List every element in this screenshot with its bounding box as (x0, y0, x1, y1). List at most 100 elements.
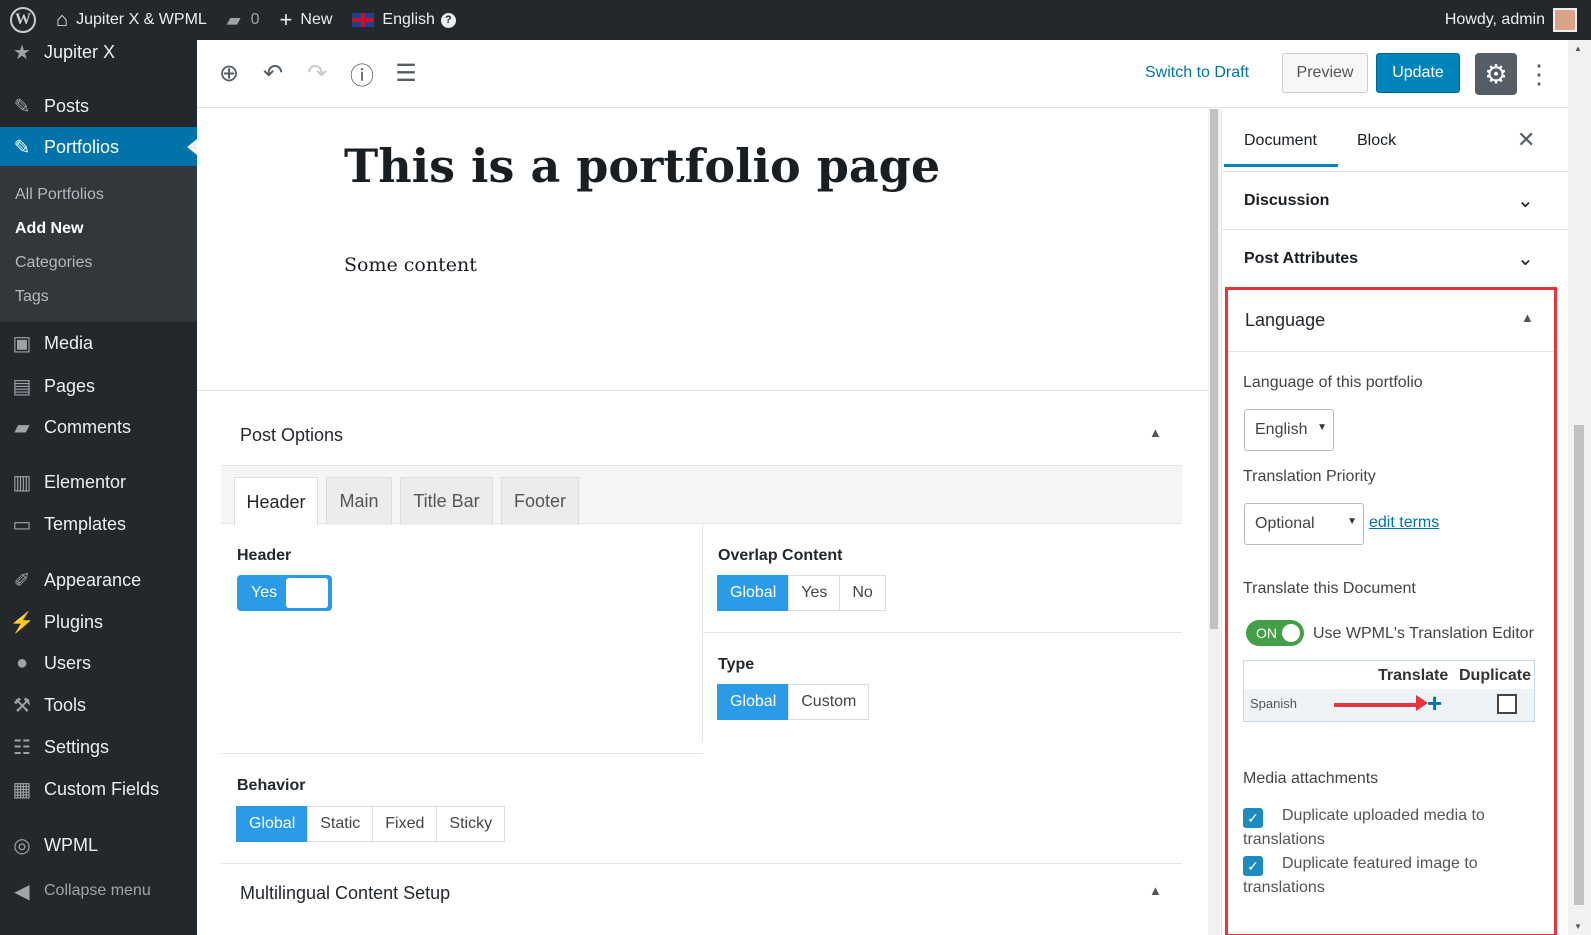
sidebar-item-media[interactable]: ▣ Media (0, 323, 197, 363)
overlap-option-global[interactable]: Global (717, 575, 790, 611)
sidebar-scrollbar[interactable]: ▲ ▼ (1568, 40, 1591, 935)
preview-button[interactable]: Preview (1282, 53, 1368, 93)
settings-sidebar: Document Block ✕ Discussion ⌄ Post Attri… (1221, 109, 1568, 935)
type-option-global[interactable]: Global (717, 684, 790, 720)
header-toggle[interactable]: Yes (237, 575, 332, 611)
sidebar-item-posts[interactable]: ✎ Posts (0, 86, 197, 126)
tab-header[interactable]: Header (234, 477, 318, 526)
sliders-icon: ☷ (13, 736, 31, 759)
gear-icon[interactable]: ⚙ (1475, 53, 1517, 95)
dropdown-caret-icon: ▼ (1317, 422, 1327, 433)
post-options-title[interactable]: Post Options (240, 425, 343, 446)
my-account-link[interactable]: Howdy, admin (1435, 0, 1591, 40)
discussion-panel[interactable]: Discussion ⌄ (1222, 171, 1568, 229)
overlap-option-yes[interactable]: Yes (788, 575, 841, 611)
duplicate-featured-label: Duplicate featured image to translations (1243, 855, 1478, 896)
scroll-up-arrow-icon[interactable]: ▲ (1574, 44, 1582, 53)
behavior-option-fixed[interactable]: Fixed (372, 806, 438, 842)
tab-main[interactable]: Main (326, 477, 392, 525)
tab-block[interactable]: Block (1357, 132, 1396, 150)
paragraph-block[interactable]: Some content (344, 254, 477, 276)
sidebar-item-portfolios[interactable]: ✎ Portfolios (0, 127, 197, 167)
overlap-content-label: Overlap Content (718, 547, 843, 564)
post-title[interactable]: This is a portfolio page (344, 139, 940, 193)
add-block-icon[interactable]: ⊕ (214, 58, 244, 88)
comment-icon: ▰ (14, 416, 30, 439)
language-panel-header[interactable]: Language ▲ (1228, 290, 1554, 352)
tab-document[interactable]: Document (1244, 132, 1317, 150)
editor-content: This is a portfolio page Some content Po… (197, 109, 1208, 935)
sidebar-item-jupiterx[interactable]: ★ Jupiter X (0, 32, 197, 72)
outline-list-icon[interactable]: ☰ (391, 58, 421, 88)
col-translate-header: Translate (1378, 667, 1449, 684)
behavior-option-sticky[interactable]: Sticky (436, 806, 506, 842)
collapse-label: Collapse menu (44, 882, 151, 899)
translation-editor-label: Use WPML's Translation Editor (1313, 625, 1534, 642)
priority-select[interactable]: Optional ▼ (1244, 503, 1364, 545)
comments-link[interactable]: ▰ 0 (217, 0, 270, 40)
type-option-custom[interactable]: Custom (788, 684, 870, 720)
translation-priority-label: Translation Priority (1243, 468, 1376, 485)
translation-editor-toggle[interactable]: ON (1246, 620, 1304, 646)
sidebar-item-templates[interactable]: ▭ Templates (0, 504, 197, 544)
edit-terms-link[interactable]: edit terms (1369, 514, 1439, 532)
tab-title-bar[interactable]: Title Bar (400, 477, 493, 525)
sidebar-item-plugins[interactable]: ⚡ Plugins (0, 602, 197, 642)
sidebar-item-settings[interactable]: ☷ Settings (0, 727, 197, 767)
sidebar-item-pages[interactable]: ▤ Pages (0, 366, 197, 406)
close-icon[interactable]: ✕ (1517, 127, 1535, 153)
collapse-menu-button[interactable]: ◀ Collapse menu (0, 876, 197, 906)
active-tab-indicator (1224, 164, 1338, 167)
overlap-option-no[interactable]: No (839, 575, 886, 611)
toggle-knob (1282, 624, 1300, 642)
language-select[interactable]: English ▼ (1244, 409, 1334, 451)
scrollbar-thumb[interactable] (1210, 109, 1218, 629)
content-scrollbar[interactable] (1208, 109, 1220, 935)
wpml-icon: ◎ (13, 834, 31, 857)
wrench-icon: ⚒ (13, 694, 31, 717)
undo-icon[interactable]: ↶ (258, 58, 288, 88)
submenu-add-new[interactable]: Add New (15, 220, 83, 238)
sidebar-item-label: WPML (44, 834, 98, 855)
sidebar-item-custom-fields[interactable]: ▦ Custom Fields (0, 769, 197, 809)
pin-icon: ✎ (13, 136, 31, 159)
submenu-categories[interactable]: Categories (15, 254, 92, 272)
scroll-down-arrow-icon[interactable]: ▼ (1574, 922, 1582, 931)
redo-icon[interactable]: ↷ (302, 58, 332, 88)
language-switcher[interactable]: English ? (342, 0, 465, 40)
submenu-all-portfolios[interactable]: All Portfolios (15, 186, 104, 204)
sidebar-item-users[interactable]: ● Users (0, 643, 197, 683)
duplicate-checkbox[interactable] (1497, 694, 1517, 714)
update-button[interactable]: Update (1376, 53, 1460, 93)
pages-icon: ▤ (12, 375, 32, 398)
behavior-option-static[interactable]: Static (307, 806, 374, 842)
multilingual-setup-title[interactable]: Multilingual Content Setup (240, 883, 450, 904)
sidebar-item-elementor[interactable]: ▥ Elementor (0, 462, 197, 502)
editor-toolbar: ⊕ ↶ ↷ ⓘ ☰ Switch to Draft Preview Update… (197, 40, 1568, 108)
media-attachments-label: Media attachments (1243, 770, 1379, 787)
sidebar-item-appearance[interactable]: ✐ Appearance (0, 560, 197, 600)
new-content-link[interactable]: + New (270, 0, 343, 40)
sidebar-item-comments[interactable]: ▰ Comments (0, 407, 197, 447)
toggle-on-label: ON (1256, 625, 1277, 641)
scrollbar-thumb[interactable] (1574, 425, 1584, 905)
tab-footer[interactable]: Footer (501, 477, 579, 525)
switch-to-draft-button[interactable]: Switch to Draft (1145, 64, 1249, 82)
header-toggle-label: Yes (251, 584, 278, 601)
sidebar-item-wpml[interactable]: ◎ WPML (0, 825, 197, 865)
submenu-tags[interactable]: Tags (15, 288, 49, 306)
priority-select-value: Optional (1255, 515, 1315, 532)
behavior-option-global[interactable]: Global (236, 806, 309, 842)
sidebar-item-label: Settings (44, 736, 110, 757)
collapse-up-icon[interactable]: ▲ (1149, 883, 1162, 898)
post-attributes-panel[interactable]: Post Attributes ⌄ (1222, 229, 1568, 287)
add-translation-icon[interactable]: + (1427, 689, 1442, 717)
more-options-icon[interactable]: ⋮ (1526, 55, 1552, 93)
header-field-label: Header (237, 547, 292, 564)
info-icon[interactable]: ⓘ (347, 58, 377, 90)
admin-sidebar: ★ Jupiter X ✎ Posts ✎ Portfolios All Portfo… (0, 40, 197, 935)
sidebar-item-tools[interactable]: ⚒ Tools (0, 685, 197, 725)
collapse-up-icon[interactable]: ▲ (1149, 425, 1162, 440)
home-icon: ⌂ (56, 8, 69, 31)
language-select-value: English (1255, 421, 1308, 438)
